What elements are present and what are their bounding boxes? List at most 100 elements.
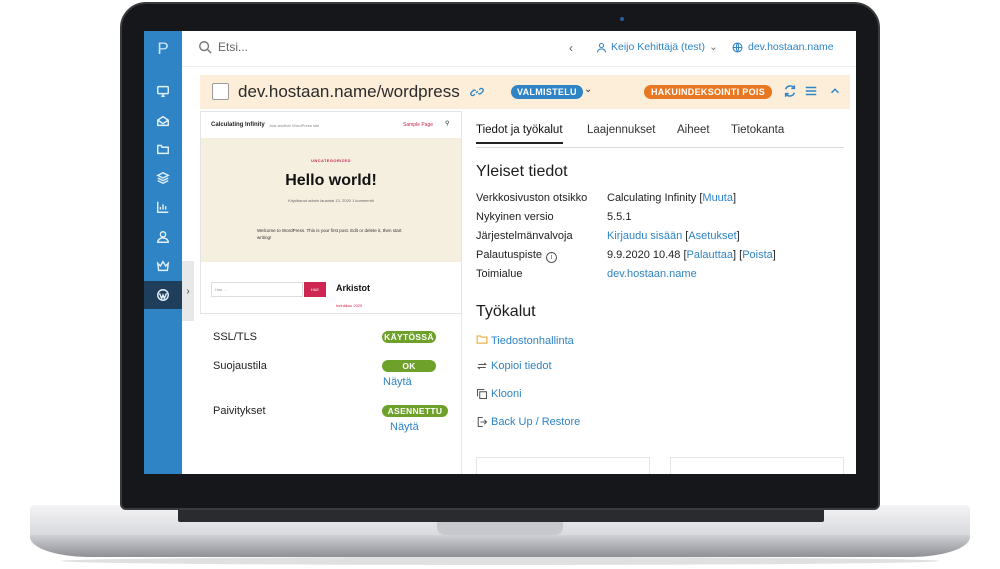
- sidebar: P: [144, 31, 182, 474]
- site-select-checkbox[interactable]: [212, 83, 229, 100]
- tab-plugins[interactable]: Laajennukset: [587, 124, 655, 142]
- chevron-down-icon: ⌄: [708, 41, 718, 53]
- folder-icon: [476, 335, 488, 344]
- laptop-keyboard: [178, 508, 824, 522]
- sidebar-collapse-toggle[interactable]: ›: [182, 261, 194, 321]
- laptop-trackpad-notch: [437, 522, 563, 535]
- sidebar-item-statistics[interactable]: [144, 193, 182, 221]
- restore-point-value: 9.9.2020 10.48 [Palauttaa] [Poista]: [607, 249, 776, 261]
- preview-site-name: Calculating Infinity: [211, 122, 265, 128]
- info-icon[interactable]: i: [546, 252, 558, 263]
- tab-details-and-tools[interactable]: Tiedot ja työkalut: [476, 124, 563, 144]
- domain-link[interactable]: dev.hostaan.name: [607, 268, 697, 280]
- crown-icon: [156, 260, 170, 272]
- change-title-link[interactable]: Muuta: [702, 192, 733, 204]
- site-header: dev.hostaan.name/wordpress VALMISTELU ⌄ …: [200, 75, 850, 109]
- version-label: Nykyinen versio: [476, 211, 554, 223]
- preview-hero: UNCATEGORIZED Hello world! Kirjoittanut …: [201, 138, 461, 262]
- updates-status-badge: ASENNETTU: [382, 405, 448, 417]
- sign-in-icon: [477, 416, 488, 428]
- chart-icon: [157, 201, 169, 213]
- tools-title: Työkalut: [476, 303, 536, 320]
- sidebar-item-dashboard[interactable]: [144, 77, 182, 105]
- sidebar-item-premium[interactable]: [144, 252, 182, 280]
- menu-icon[interactable]: [804, 84, 818, 98]
- preview-search-input: Hae ...: [211, 282, 303, 297]
- sidebar-item-layers[interactable]: [144, 164, 182, 192]
- backup-tool[interactable]: Back Up / Restore: [476, 416, 580, 428]
- chevron-down-icon[interactable]: ⌄: [584, 84, 592, 95]
- preview-header: Calculating Infinity Just another WordPr…: [201, 112, 461, 138]
- details-column: Tiedot ja työkalut Laajennukset Aiheet T…: [474, 111, 856, 474]
- site-title: dev.hostaan.name/wordpress: [238, 82, 460, 101]
- preview-post-meta: Kirjoittanut admin lauantai 13, 2020 1 k…: [288, 198, 374, 203]
- sidebar-item-email[interactable]: [144, 107, 182, 135]
- screen: P › Etsi... ‹ Keijo Kehittäjä (test) ⌄ d…: [144, 31, 856, 474]
- preview-widget-date: heinäkuu 2020: [336, 303, 363, 308]
- ssl-status-badge: KÄYTÖSSÄ: [382, 331, 436, 343]
- protection-show-link[interactable]: Näytä: [383, 376, 412, 388]
- site-domain: dev.hostaan.name: [748, 41, 834, 53]
- restore-link[interactable]: Palauttaa: [687, 249, 733, 261]
- wordpress-icon: [157, 289, 169, 301]
- search-input[interactable]: [218, 40, 338, 54]
- copy-data-tool[interactable]: Kopioi tiedot: [476, 360, 552, 372]
- site-title-label: Verkkosivuston otsikko: [476, 192, 588, 204]
- preview-menu-link: Sample Page: [403, 122, 434, 128]
- user-name: Keijo Kehittäjä (test): [611, 41, 705, 53]
- chevron-up-icon[interactable]: [828, 84, 842, 98]
- user-menu[interactable]: Keijo Kehittäjä (test) ⌄: [596, 41, 718, 53]
- back-chevron-icon[interactable]: ‹: [569, 41, 573, 55]
- site-selector[interactable]: dev.hostaan.name: [732, 41, 834, 53]
- protection-label: Suojaustila: [213, 360, 267, 372]
- main-content: dev.hostaan.name/wordpress VALMISTELU ⌄ …: [200, 75, 856, 474]
- site-title-value: Calculating Infinity [Muuta]: [607, 192, 737, 204]
- backup-link[interactable]: Back Up / Restore: [491, 416, 580, 428]
- updates-label: Paivitykset: [213, 405, 266, 417]
- file-manager-link[interactable]: Tiedostonhallinta: [491, 335, 574, 347]
- info-card-right: [670, 457, 844, 474]
- preview-tagline: Just another WordPress site: [269, 123, 320, 128]
- refresh-icon[interactable]: [783, 84, 797, 98]
- monitor-icon: [157, 85, 169, 97]
- layers-icon: [156, 171, 170, 185]
- folder-icon: [157, 144, 169, 155]
- sidebar-item-files[interactable]: [144, 135, 182, 163]
- domain-value: dev.hostaan.name: [607, 268, 697, 280]
- copy-icon: [476, 388, 488, 400]
- environment-badge[interactable]: VALMISTELU: [511, 85, 583, 99]
- tab-themes[interactable]: Aiheet: [677, 124, 710, 142]
- settings-link[interactable]: Asetukset: [688, 230, 736, 242]
- tab-bar: Tiedot ja työkalut Laajennukset Aiheet T…: [476, 124, 844, 148]
- search-box: [198, 40, 338, 54]
- app-logo[interactable]: P: [144, 31, 182, 67]
- preview-category: UNCATEGORIZED: [311, 158, 351, 163]
- user-icon: [596, 42, 607, 52]
- preview-post-title: Hello world!: [285, 172, 377, 189]
- login-link[interactable]: Kirjaudu sisään: [607, 230, 682, 242]
- info-card-left: [476, 457, 650, 474]
- globe-icon: [732, 42, 743, 52]
- laptop-shadow: [60, 557, 940, 565]
- delete-restore-link[interactable]: Poista: [742, 249, 773, 261]
- clone-link[interactable]: Klooni: [491, 388, 522, 400]
- updates-show-link[interactable]: Näytä: [390, 421, 419, 433]
- file-manager-tool[interactable]: Tiedostonhallinta: [476, 333, 574, 348]
- link-icon[interactable]: [470, 85, 484, 99]
- search-icon: ⚲: [445, 121, 450, 127]
- webcam: [620, 17, 624, 21]
- tab-database[interactable]: Tietokanta: [731, 124, 784, 142]
- sidebar-item-wordpress[interactable]: [144, 281, 182, 309]
- domain-label: Toimialue: [476, 268, 523, 280]
- version-value: 5.5.1: [607, 211, 632, 223]
- site-preview-thumbnail[interactable]: Calculating Infinity Just another WordPr…: [200, 111, 462, 314]
- sidebar-item-users[interactable]: [144, 223, 182, 251]
- swap-icon: [476, 362, 488, 370]
- clone-tool[interactable]: Klooni: [476, 388, 522, 400]
- laptop-base-bottom: [30, 535, 970, 557]
- mail-icon: [157, 115, 169, 127]
- search-icon: [199, 41, 212, 54]
- copy-data-link[interactable]: Kopioi tiedot: [491, 360, 552, 372]
- top-bar: ‹ Keijo Kehittäjä (test) ⌄ dev.hostaan.n…: [182, 31, 856, 67]
- admin-label: Järjestelmänvalvoja: [476, 230, 573, 242]
